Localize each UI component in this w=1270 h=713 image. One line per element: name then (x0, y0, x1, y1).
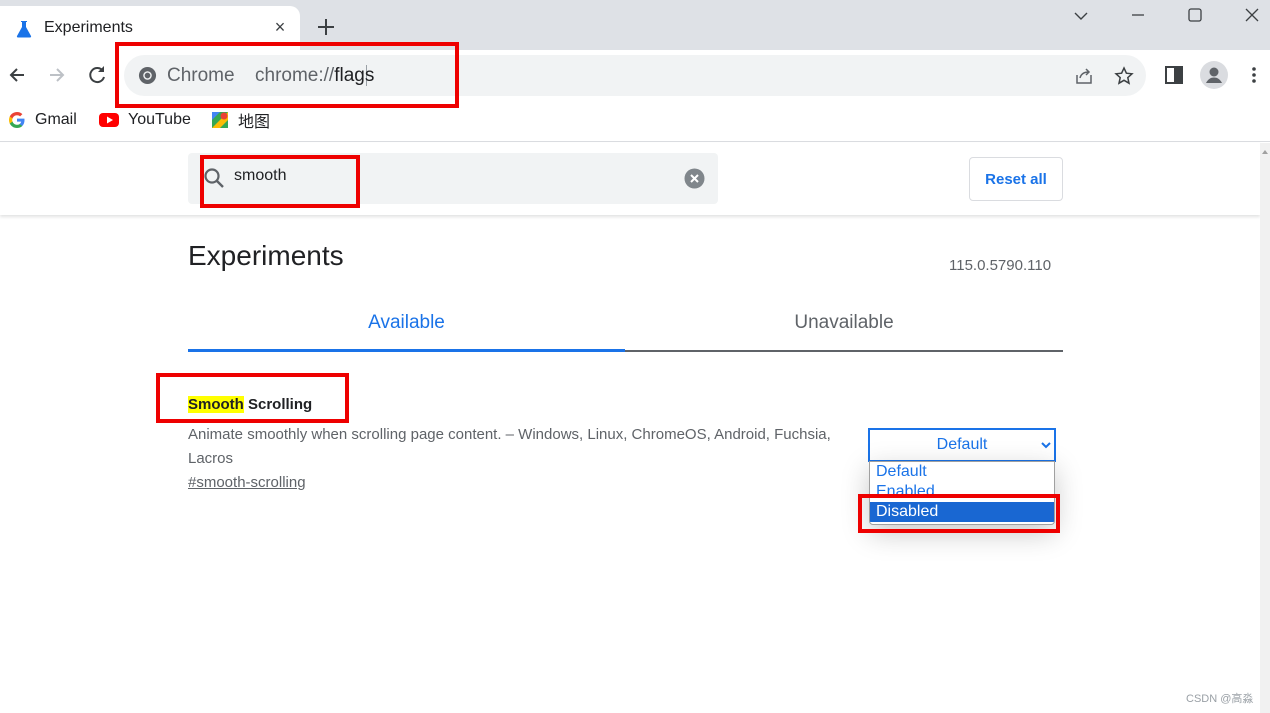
tab-unavailable[interactable]: Unavailable (625, 300, 1063, 350)
profile-avatar-icon[interactable] (1200, 61, 1228, 89)
watermark: CSDN @高淼 (1186, 693, 1254, 705)
youtube-icon (99, 113, 119, 127)
google-icon (9, 112, 25, 128)
select-value: Default (936, 436, 988, 453)
reset-all-button[interactable]: Reset all (969, 157, 1063, 201)
flask-icon (16, 21, 32, 38)
tab-title: Experiments (44, 19, 133, 36)
close-icon[interactable] (1238, 4, 1266, 28)
reload-icon[interactable] (84, 62, 110, 88)
annotation-box-search (200, 155, 360, 208)
back-icon[interactable] (4, 62, 30, 88)
bookmark-label: 地图 (238, 114, 271, 131)
tab-close-icon[interactable]: × (270, 17, 290, 37)
annotation-box-disabled (858, 494, 1060, 533)
page-title: Experiments (188, 240, 344, 271)
experiment-state-select[interactable]: Default (868, 428, 1056, 462)
forward-icon[interactable] (44, 62, 70, 88)
bookmark-label: Gmail (35, 111, 77, 128)
experiment-permalink[interactable]: #smooth-scrolling (188, 474, 306, 491)
annotation-box-experiment (156, 373, 349, 423)
menu-dots-icon[interactable] (1244, 65, 1264, 85)
chevron-down-icon[interactable] (1067, 4, 1095, 28)
side-panel-icon[interactable] (1164, 65, 1184, 85)
bookmark-label: YouTube (128, 111, 191, 128)
new-tab-icon[interactable] (315, 16, 337, 38)
bookmark-star-icon[interactable] (1114, 66, 1134, 86)
tab-active-indicator (188, 349, 625, 352)
chevron-down-icon (1041, 442, 1051, 449)
share-icon[interactable] (1074, 66, 1094, 86)
flags-search-header: smooth Reset all (0, 143, 1260, 215)
scrollbar[interactable] (1260, 143, 1270, 713)
bookmark-gmail[interactable]: Gmail (8, 109, 77, 131)
version-label: 115.0.5790.110 (949, 257, 1052, 274)
scroll-up-arrow-icon[interactable] (1262, 150, 1268, 154)
option-default[interactable]: Default (870, 462, 1054, 482)
bookmark-youtube[interactable]: YouTube (99, 109, 191, 131)
minimize-icon[interactable] (1124, 4, 1152, 28)
clear-search-icon[interactable] (684, 168, 705, 189)
bookmark-maps[interactable]: 地图 (211, 109, 270, 131)
tab-available[interactable]: Available (188, 300, 625, 350)
annotation-box-address (115, 42, 459, 108)
experiment-description: Animate smoothly when scrolling page con… (188, 426, 831, 467)
maximize-icon[interactable] (1181, 4, 1209, 28)
maps-icon (212, 112, 228, 128)
